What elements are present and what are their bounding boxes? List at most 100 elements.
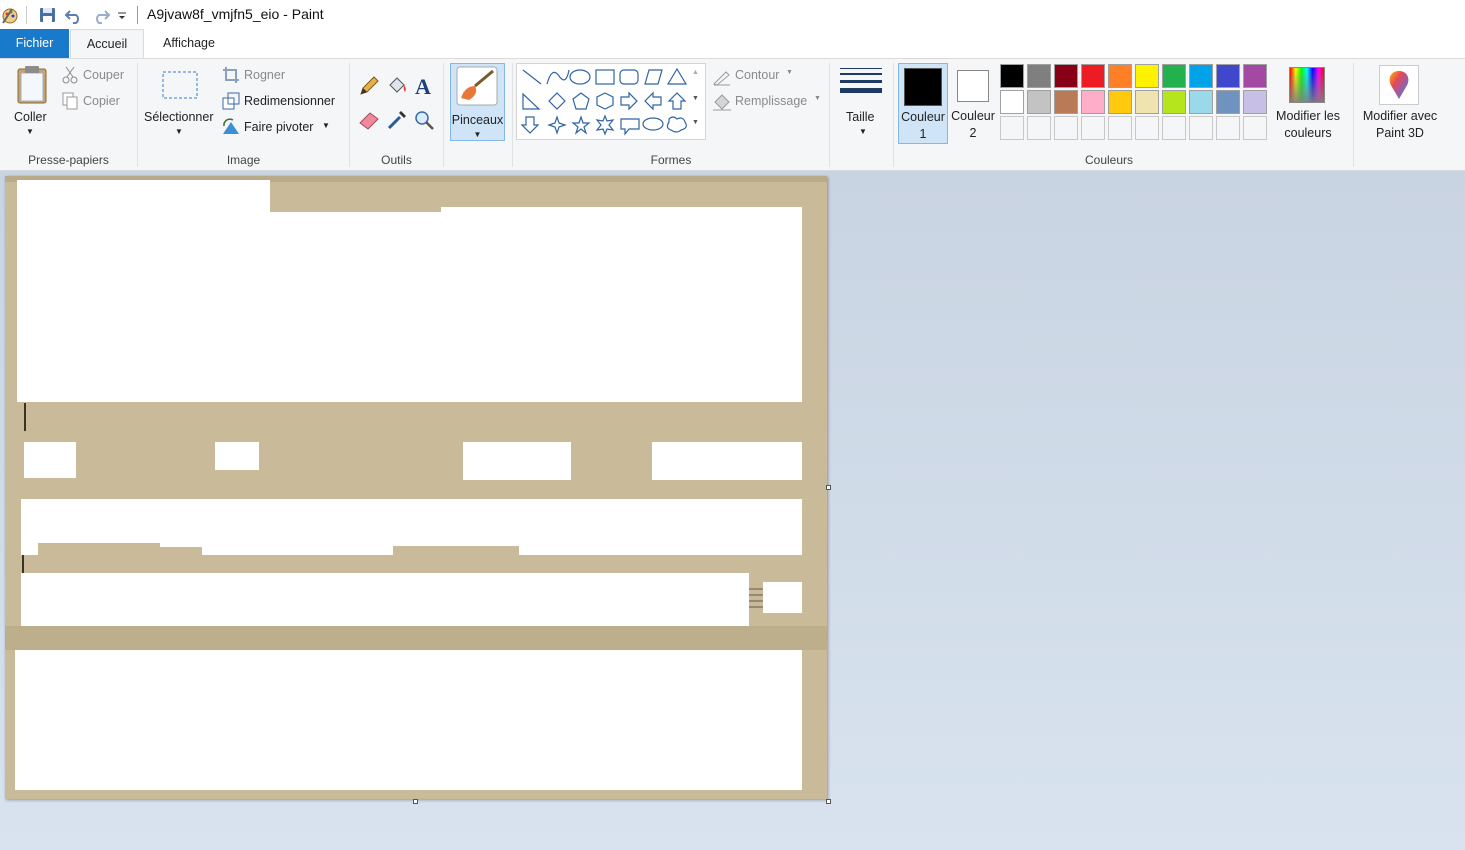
fill-bucket-icon[interactable] <box>386 75 408 102</box>
palette-color-swatch[interactable] <box>1108 90 1132 114</box>
palette-color-swatch[interactable] <box>1054 90 1078 114</box>
tab-affichage[interactable]: Affichage <box>148 29 230 58</box>
fill-dropdown-arrow[interactable]: ▼ <box>814 95 821 102</box>
edit-colors-label-line2: couleurs <box>1284 126 1332 140</box>
crop-icon <box>222 66 240 89</box>
color-spectrum-icon <box>1289 67 1325 103</box>
palette-color-swatch[interactable] <box>1135 64 1159 88</box>
shapes-scroll-down[interactable]: ▼ <box>692 95 699 102</box>
palette-custom-slot[interactable] <box>1081 116 1105 140</box>
rotate-button[interactable]: Faire pivoter <box>244 120 313 134</box>
color1-label-line2: 1 <box>919 127 927 141</box>
paste-dropdown-arrow[interactable]: ▼ <box>26 127 34 136</box>
palette-color-swatch[interactable] <box>1216 90 1240 114</box>
fill-icon <box>712 93 732 116</box>
palette-color-swatch[interactable] <box>1108 64 1132 88</box>
palette-custom-slot[interactable] <box>1216 116 1240 140</box>
tab-accueil[interactable]: Accueil <box>70 29 144 59</box>
magnifier-icon[interactable] <box>413 109 435 136</box>
shapes-expand[interactable]: ▼ <box>692 119 699 126</box>
palette-custom-slot[interactable] <box>1108 116 1132 140</box>
outline-dropdown-arrow[interactable]: ▼ <box>786 69 793 76</box>
group-tools: A Outils <box>350 59 443 171</box>
palette-custom-slot[interactable] <box>1189 116 1213 140</box>
select-button[interactable]: Sélectionner <box>144 110 214 124</box>
brushes-dropdown-arrow[interactable]: ▼ <box>451 130 504 139</box>
palette-color-swatch[interactable] <box>1027 64 1051 88</box>
undo-icon[interactable] <box>64 5 84 25</box>
color-picker-icon[interactable] <box>386 109 408 136</box>
paint3d-label-line2: Paint 3D <box>1376 126 1424 140</box>
palette-color-swatch[interactable] <box>1081 90 1105 114</box>
palette-custom-slot[interactable] <box>1027 116 1051 140</box>
copy-button[interactable]: Copier <box>83 94 120 108</box>
outline-icon <box>712 68 732 91</box>
ribbon: Coller ▼ Couper Copier Presse-papiers Sé… <box>0 58 1465 171</box>
drawing-canvas[interactable] <box>5 176 827 799</box>
customize-toolbar-icon[interactable] <box>116 5 136 25</box>
group-shapes: ▲ ▼ ▼ Contour ▼ Remplissage ▼ Formes <box>513 59 829 171</box>
clipboard-icon <box>17 66 47 104</box>
palette-color-swatch[interactable] <box>1162 90 1186 114</box>
color2-swatch <box>957 70 989 102</box>
palette-color-swatch[interactable] <box>1081 64 1105 88</box>
size-icon[interactable] <box>840 67 882 106</box>
color2-label-line1: Couleur <box>951 109 995 123</box>
pencil-icon[interactable] <box>358 75 380 102</box>
palette-color-swatch[interactable] <box>1243 64 1267 88</box>
color1-button[interactable]: Couleur 1 <box>898 63 948 144</box>
cut-button[interactable]: Couper <box>83 68 124 82</box>
tab-fichier[interactable]: Fichier <box>0 29 69 58</box>
paste-label[interactable]: Coller <box>14 110 47 124</box>
select-icon[interactable] <box>162 71 198 104</box>
resize-handle-corner[interactable] <box>826 799 831 804</box>
redo-icon[interactable] <box>91 5 111 25</box>
select-dropdown-arrow[interactable]: ▼ <box>175 127 183 136</box>
palette-color-swatch[interactable] <box>1054 64 1078 88</box>
brushes-button[interactable]: Pinceaux ▼ <box>450 63 505 141</box>
shapes-group-label: Formes <box>650 153 692 167</box>
palette-custom-slot[interactable] <box>1135 116 1159 140</box>
shapes-gallery-icons[interactable] <box>517 64 707 141</box>
group-image: Sélectionner ▼ Rogner Redimensionner Fai… <box>138 59 349 171</box>
size-label[interactable]: Taille <box>846 110 875 124</box>
palette-color-swatch[interactable] <box>1000 64 1024 88</box>
color2-button[interactable]: Couleur 2 <box>949 63 999 144</box>
svg-text:A: A <box>415 74 431 98</box>
resize-button[interactable]: Redimensionner <box>244 94 335 108</box>
fill-button[interactable]: Remplissage <box>735 94 807 108</box>
brushes-label: Pinceaux <box>451 113 504 127</box>
window-title: A9jvaw8f_vmjfn5_eio - Paint <box>147 6 324 22</box>
rotate-icon <box>221 118 241 141</box>
edit-colors-button[interactable]: Modifier les couleurs <box>1270 63 1346 144</box>
palette-custom-slot[interactable] <box>1054 116 1078 140</box>
resize-handle-right[interactable] <box>826 485 831 490</box>
palette-color-swatch[interactable] <box>1027 90 1051 114</box>
eraser-icon[interactable] <box>358 109 380 136</box>
group-paint3d[interactable]: Modifier avec Paint 3D <box>1354 59 1448 171</box>
palette-color-swatch[interactable] <box>1000 90 1024 114</box>
paint-app-icon[interactable] <box>0 5 20 25</box>
palette-color-swatch[interactable] <box>1189 90 1213 114</box>
palette-color-swatch[interactable] <box>1135 90 1159 114</box>
clipboard-group-label: Presse-papiers <box>28 153 109 167</box>
paint3d-icon <box>1379 65 1419 105</box>
size-dropdown-arrow[interactable]: ▼ <box>859 127 867 136</box>
text-icon[interactable]: A <box>413 74 435 103</box>
edit-colors-label-line1: Modifier les <box>1276 109 1340 123</box>
rotate-dropdown-arrow[interactable]: ▼ <box>322 121 330 130</box>
palette-color-swatch[interactable] <box>1162 64 1186 88</box>
crop-button[interactable]: Rogner <box>244 68 285 82</box>
outline-button[interactable]: Contour <box>735 68 779 82</box>
palette-color-swatch[interactable] <box>1243 90 1267 114</box>
palette-custom-slot[interactable] <box>1000 116 1024 140</box>
palette-custom-slot[interactable] <box>1162 116 1186 140</box>
shapes-scroll-up[interactable]: ▲ <box>692 69 699 76</box>
canvas-area[interactable] <box>0 171 1465 850</box>
color1-label-line1: Couleur <box>901 110 945 124</box>
palette-custom-slot[interactable] <box>1243 116 1267 140</box>
resize-handle-bottom[interactable] <box>413 799 418 804</box>
save-icon[interactable] <box>38 5 58 25</box>
palette-color-swatch[interactable] <box>1189 64 1213 88</box>
palette-color-swatch[interactable] <box>1216 64 1240 88</box>
